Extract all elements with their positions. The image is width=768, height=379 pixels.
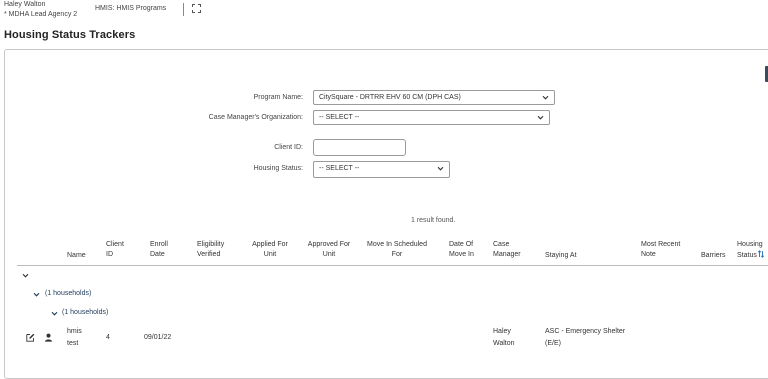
column-header-line: Unit (263, 251, 277, 258)
cell-line: ASC - Emergency Shelter (545, 328, 626, 335)
program-name-value: CitySquare - DRTRR EHV 60 CM (DPH CAS) (319, 94, 461, 101)
column-header-line: Case (493, 241, 510, 248)
column-header-line: ID (106, 251, 113, 258)
column-header-case-manager[interactable]: Case Manager (493, 240, 521, 260)
sort-icon[interactable] (757, 250, 764, 258)
column-header-line: Status (737, 252, 757, 259)
column-header-line: Most Recent (641, 241, 681, 248)
column-header-client-id[interactable]: Client ID (106, 240, 124, 260)
case-manager-org-label: Case Manager's Organization: (208, 114, 303, 121)
chevron-down-icon (537, 115, 544, 120)
user-agency[interactable]: * MDHA Lead Agency 2 (4, 11, 77, 18)
program-name-select[interactable]: CitySquare - DRTRR EHV 60 CM (DPH CAS) (313, 90, 555, 105)
chevron-down-icon[interactable] (22, 272, 29, 279)
column-header-eligibility[interactable]: Eligibility Verified (197, 240, 224, 260)
chevron-down-icon[interactable] (33, 291, 40, 298)
user-name[interactable]: Haley Walton (4, 1, 45, 8)
chevron-down-icon (437, 166, 444, 171)
column-header-enroll-date[interactable]: Enroll Date (150, 240, 168, 260)
client-id-input[interactable] (313, 139, 406, 156)
chevron-down-icon[interactable] (51, 310, 58, 317)
column-header-line: Note (641, 251, 656, 258)
chevron-down-icon (542, 95, 549, 100)
column-header-line: Applied For (252, 241, 288, 248)
column-header-move-in-scheduled[interactable]: Move In Scheduled For (366, 240, 428, 260)
edit-icon[interactable] (26, 333, 35, 342)
page-title: Housing Status Trackers (4, 29, 136, 41)
housing-status-value: -- SELECT -- (319, 165, 360, 172)
column-header-staying-at[interactable]: Staying At (545, 251, 577, 261)
column-header-line: For (391, 251, 403, 258)
cell-staying-at: ASC - Emergency Shelter (E/E) (545, 326, 625, 350)
column-header-line: Date Of (449, 241, 474, 248)
housing-status-select[interactable]: -- SELECT -- (313, 161, 450, 178)
group-households-level1[interactable]: (1 households) (45, 290, 91, 297)
case-manager-org-value: -- SELECT -- (319, 114, 360, 121)
cell-line: Haley (493, 328, 511, 335)
column-header-line: Approved For (307, 241, 351, 248)
column-header-line: Eligibility (197, 241, 225, 248)
column-header-line: Move In (449, 251, 474, 258)
cell-client-id: 4 (106, 334, 110, 341)
cell-enroll-date: 09/01/22 (144, 334, 172, 341)
column-header-most-recent-note[interactable]: Most Recent Note (641, 240, 680, 260)
cell-case-manager: Haley Walton (493, 326, 515, 350)
column-header-line: Verified (197, 251, 221, 258)
case-manager-org-select[interactable]: -- SELECT -- (313, 110, 550, 125)
table-header-divider (17, 265, 768, 266)
column-header-line: Move In Scheduled (367, 241, 427, 248)
column-header-housing-status[interactable]: Housing Status (737, 240, 764, 261)
column-header-date-move-in[interactable]: Date Of Move In (449, 240, 474, 260)
module-name[interactable]: HMIS: HMIS Programs (95, 5, 166, 12)
header-divider (183, 3, 184, 16)
column-header-approved[interactable]: Approved For Unit (306, 240, 352, 260)
column-header-line: Enroll (150, 241, 168, 248)
column-header-line: Client (106, 241, 124, 248)
result-count: 1 result found. (411, 217, 456, 224)
column-header-line: Unit (322, 251, 336, 258)
column-header-barriers[interactable]: Barriers (701, 251, 726, 261)
group-households-level2[interactable]: (1 households) (62, 309, 108, 316)
column-header-applied[interactable]: Applied For Unit (250, 240, 290, 260)
client-id-label: Client ID: (274, 144, 303, 151)
expand-icon[interactable] (192, 4, 201, 13)
cell-line: (E/E) (545, 340, 561, 347)
cell-name[interactable]: hmis test (67, 326, 82, 350)
column-header-line: Manager (493, 251, 521, 258)
cell-line: test (67, 340, 79, 347)
person-icon[interactable] (44, 333, 53, 342)
column-header-name[interactable]: Name (67, 251, 86, 261)
cell-line: Walton (493, 340, 515, 347)
housing-status-label: Housing Status: (253, 165, 303, 172)
top-bar: Haley Walton * MDHA Lead Agency 2 HMIS: … (0, 0, 768, 22)
cell-line: hmis (67, 328, 82, 335)
column-header-line: Housing (737, 241, 763, 248)
column-header-line: Date (150, 251, 165, 258)
program-name-label: Program Name: (253, 94, 303, 101)
